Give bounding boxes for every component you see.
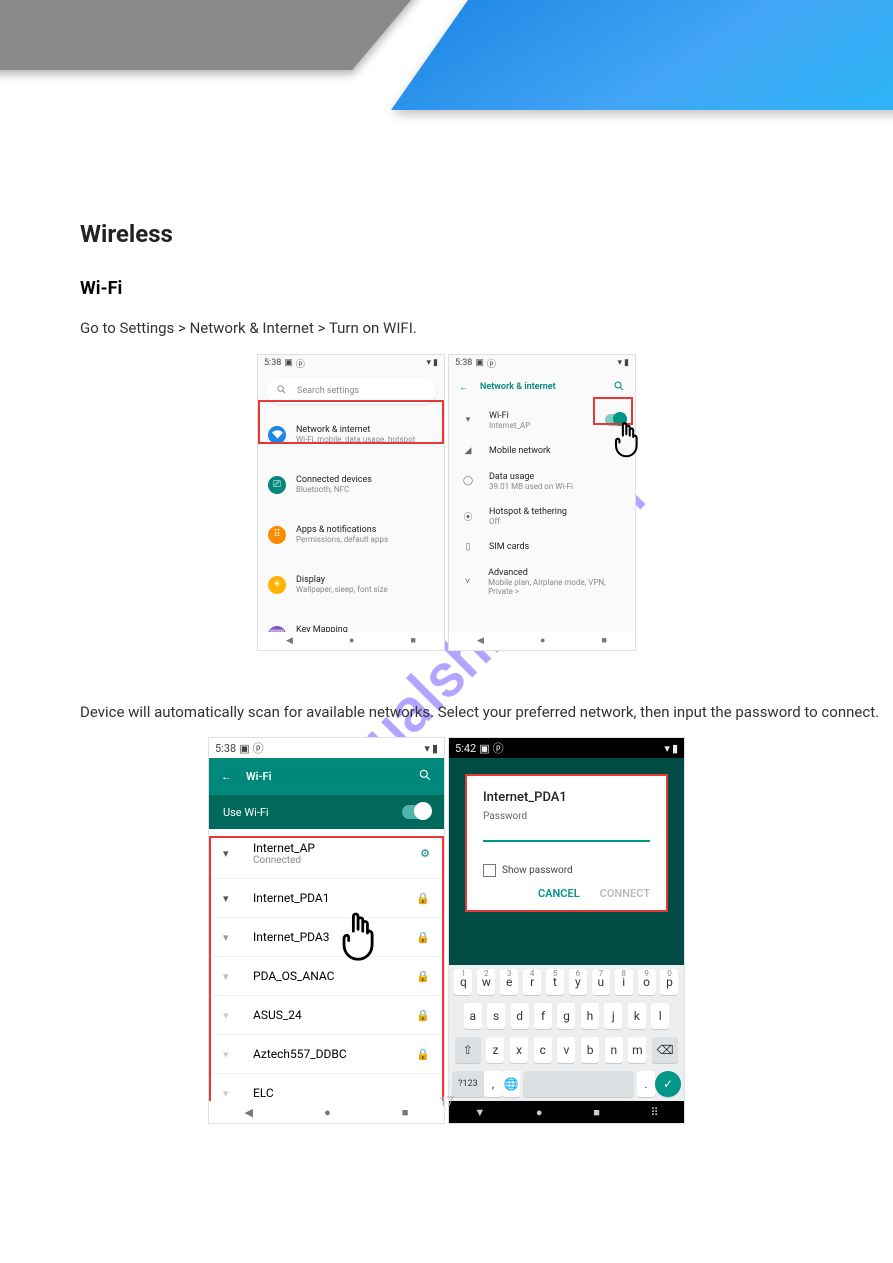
key-e[interactable]: 3e — [500, 969, 518, 995]
key-q[interactable]: 1q — [454, 969, 472, 995]
key-a[interactable]: a — [464, 1003, 482, 1029]
status-bar: 5:38▣ⓟ ▾▮ — [258, 355, 444, 372]
key-c[interactable]: c — [534, 1037, 552, 1063]
show-password-checkbox[interactable]: Show password — [483, 864, 650, 877]
search-icon[interactable] — [613, 380, 625, 395]
backspace-key[interactable]: ⌫ — [652, 1037, 678, 1063]
cancel-button[interactable]: CANCEL — [538, 887, 580, 900]
password-input[interactable] — [483, 840, 650, 842]
globe-key[interactable]: 🌐 — [502, 1071, 520, 1097]
key-m[interactable]: m — [628, 1037, 646, 1063]
period-key[interactable]: . — [637, 1071, 655, 1097]
wifi-icon: ▾ — [461, 415, 475, 425]
chevron-down-icon: ˅ — [461, 576, 474, 587]
key-f[interactable]: f — [534, 1003, 552, 1029]
search-icon — [276, 384, 287, 398]
space-key[interactable] — [523, 1071, 634, 1097]
app-bar-title: Wi-Fi — [246, 770, 271, 783]
password-dialog: Internet_PDA1 Password Show password CAN… — [465, 774, 668, 912]
page-number: 17 — [0, 1095, 893, 1110]
signal-icon: ◢ — [461, 446, 475, 456]
data-icon: ◯ — [461, 476, 475, 486]
key-o[interactable]: 9o — [638, 969, 656, 995]
keyboard[interactable]: 1q 2w 3e 4r 5t 6y 7u 8i 9o 0p a s d f g — [449, 965, 684, 1101]
key-k[interactable]: k — [628, 1003, 646, 1029]
hotspot-icon: ⦿ — [461, 510, 475, 523]
key-l[interactable]: l — [651, 1003, 669, 1029]
step-1-text: Go to Settings > Network & Internet > Tu… — [80, 317, 893, 340]
key-v[interactable]: v — [557, 1037, 575, 1063]
key-d[interactable]: d — [511, 1003, 529, 1029]
tap-hand-icon — [329, 903, 389, 963]
key-x[interactable]: x — [510, 1037, 528, 1063]
key-u[interactable]: 7u — [592, 969, 610, 995]
key-r[interactable]: 4r — [523, 969, 541, 995]
shift-key[interactable]: ⇧ — [455, 1037, 481, 1063]
comma-key[interactable]: , — [484, 1071, 502, 1097]
key-g[interactable]: g — [557, 1003, 575, 1029]
symbols-key[interactable]: ?123 — [452, 1071, 484, 1097]
status-bar: 5:38▣ⓟ ▾▮ — [449, 355, 635, 372]
connect-button[interactable]: CONNECT — [600, 887, 650, 900]
back-icon[interactable]: ← — [459, 382, 468, 393]
key-i[interactable]: 8i — [615, 969, 633, 995]
android-nav-bar: ◀●■ — [449, 632, 635, 650]
key-t[interactable]: 5t — [546, 969, 564, 995]
row-advanced[interactable]: ˅ AdvancedMobile plan, Airplane mode, VP… — [449, 560, 635, 604]
key-p[interactable]: 0p — [660, 969, 678, 995]
checkbox-icon — [483, 864, 496, 877]
settings-item-connected[interactable]: ⎚ Connected devicesBluetooth, NFC — [258, 460, 444, 510]
key-h[interactable]: h — [581, 1003, 599, 1029]
dialog-ssid: Internet_PDA1 — [483, 790, 650, 805]
screenshot-password-dialog: 5:42▣ⓟ ▾▮ Internet_PDA1 Password Show pa… — [448, 737, 685, 1124]
settings-item-apps[interactable]: ⠿ Apps & notificationsPermissions, defau… — [258, 510, 444, 560]
screenshot-settings: 5:38▣ⓟ ▾▮ Search settings Network & inte… — [257, 354, 445, 651]
highlight-box-network — [258, 400, 444, 444]
search-placeholder: Search settings — [297, 386, 359, 396]
page-title: Wireless — [80, 220, 893, 248]
key-y[interactable]: 6y — [569, 969, 587, 995]
use-wifi-row[interactable]: Use Wi-Fi — [209, 795, 444, 829]
search-icon[interactable] — [418, 768, 432, 785]
row-sim[interactable]: ▯ SIM cards — [449, 534, 635, 560]
enter-key[interactable]: ✓ — [655, 1071, 681, 1097]
settings-item-display[interactable]: ☀ DisplayWallpaper, sleep, font size — [258, 560, 444, 610]
back-icon[interactable]: ← — [221, 770, 232, 783]
key-w[interactable]: 2w — [477, 969, 495, 995]
key-n[interactable]: n — [605, 1037, 623, 1063]
key-j[interactable]: j — [604, 1003, 622, 1029]
use-wifi-toggle[interactable] — [402, 805, 430, 819]
status-bar: 5:38▣ⓟ ▾▮ — [209, 738, 444, 758]
app-bar-title: Network & internet — [480, 382, 556, 392]
key-s[interactable]: s — [487, 1003, 505, 1029]
key-z[interactable]: z — [486, 1037, 504, 1063]
row-hotspot[interactable]: ⦿ Hotspot & tetheringOff — [449, 499, 635, 534]
highlight-box-networks — [209, 836, 444, 1103]
tap-hand-icon — [605, 415, 649, 459]
android-nav-bar: ◀●■ — [258, 632, 444, 650]
step-2-text: Device will automatically scan for avail… — [80, 701, 893, 724]
app-bar: ← Wi-Fi — [209, 758, 444, 795]
row-data-usage[interactable]: ◯ Data usage39.01 MB used on Wi-Fi — [449, 464, 635, 499]
status-bar: 5:42▣ⓟ ▾▮ — [449, 738, 684, 758]
password-label: Password — [483, 811, 650, 822]
section-header: Wi-Fi — [80, 278, 893, 299]
key-b[interactable]: b — [581, 1037, 599, 1063]
screenshot-wifi-list: 5:38▣ⓟ ▾▮ ← Wi-Fi Use Wi-Fi ▾ Internet_A… — [208, 737, 445, 1124]
screenshot-network-internet: 5:38▣ⓟ ▾▮ ← Network & internet ▾ Wi-FiIn… — [448, 354, 636, 651]
sim-icon: ▯ — [461, 542, 475, 552]
